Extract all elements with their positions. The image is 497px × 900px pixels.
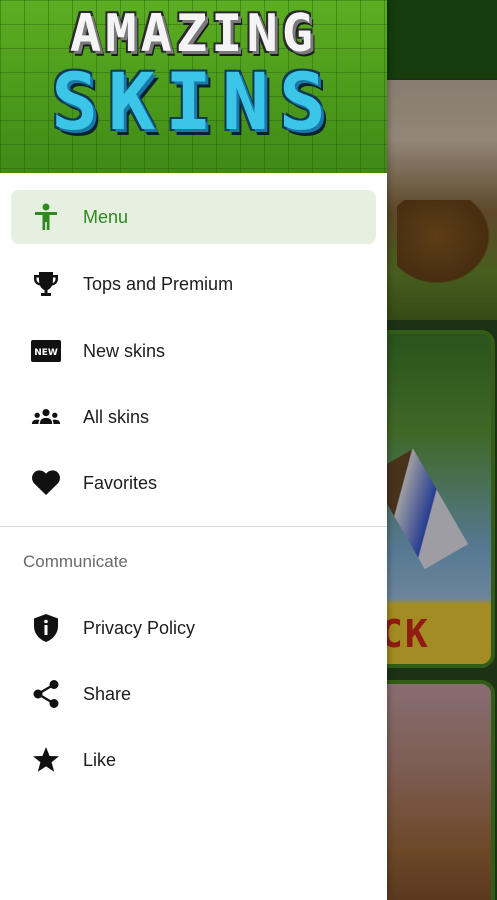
nav-label-like: Like xyxy=(83,750,117,770)
share-icon xyxy=(31,680,61,708)
trophy-icon xyxy=(31,270,61,298)
new-badge-text: NEW xyxy=(34,348,58,358)
app-screen: CK AMAZING SKINS Menu Tops and Premium N… xyxy=(0,0,497,900)
shield-info-icon xyxy=(31,614,61,642)
nav-item-share[interactable]: Share xyxy=(11,667,376,721)
nav-label-share: Share xyxy=(83,684,132,704)
group-icon xyxy=(31,403,61,431)
nav-item-favorites[interactable]: Favorites xyxy=(11,456,376,510)
logo-title-line2: SKINS xyxy=(51,58,336,148)
app-logo: AMAZING SKINS xyxy=(0,0,387,173)
nav-item-new-skins[interactable]: NEW New skins xyxy=(11,324,376,378)
navigation-drawer: AMAZING SKINS Menu Tops and Premium NEW … xyxy=(0,0,387,900)
nav-label-tops-premium: Tops and Premium xyxy=(83,274,234,294)
star-icon xyxy=(31,746,61,774)
nav-item-all-skins[interactable]: All skins xyxy=(11,390,376,444)
nav-label-favorites: Favorites xyxy=(83,473,158,493)
nav-label-privacy-policy: Privacy Policy xyxy=(83,618,196,638)
nav-label-new-skins: New skins xyxy=(83,341,166,361)
drawer-header: AMAZING SKINS xyxy=(0,0,387,173)
nav-item-privacy-policy[interactable]: Privacy Policy xyxy=(11,601,376,655)
section-title-communicate: Communicate xyxy=(23,552,128,571)
nav-label-menu: Menu xyxy=(83,207,129,227)
logo-title-line1: AMAZING xyxy=(69,4,318,64)
nav-item-tops-premium[interactable]: Tops and Premium xyxy=(11,257,376,311)
nav-item-menu[interactable]: Menu xyxy=(11,190,376,244)
heart-icon xyxy=(31,469,61,497)
nav-item-like[interactable]: Like xyxy=(11,733,376,787)
new-badge-icon: NEW xyxy=(31,337,61,365)
menu-divider xyxy=(0,526,387,527)
nav-label-all-skins: All skins xyxy=(83,407,150,427)
person-icon xyxy=(31,203,61,231)
